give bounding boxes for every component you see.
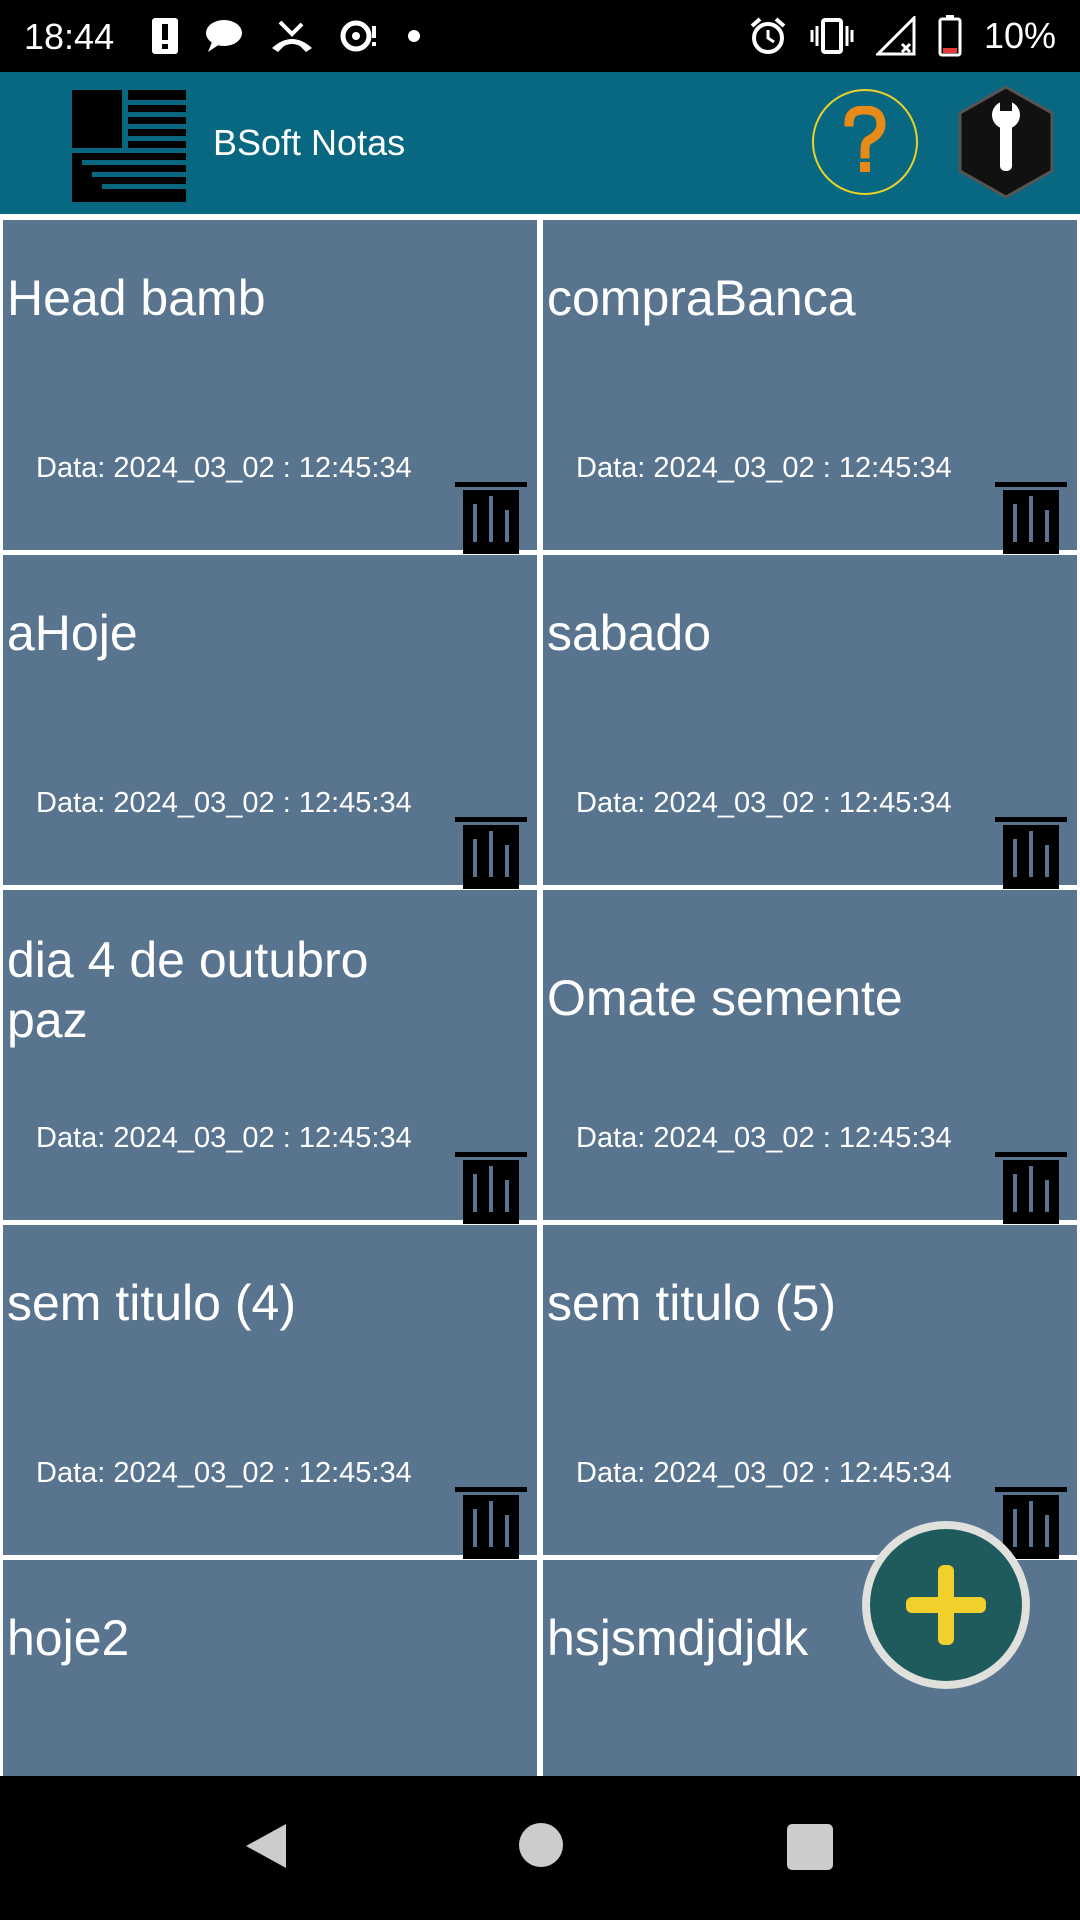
back-icon[interactable] <box>244 1822 288 1870</box>
note-date: Data: 2024_03_02 : 12:45:34 <box>576 1457 952 1489</box>
note-title: sem titulo (5) <box>547 1275 836 1331</box>
note-title: hoje2 <box>7 1610 130 1666</box>
trash-icon[interactable] <box>455 1152 527 1224</box>
note-date: Data: 2024_03_02 : 12:45:34 <box>36 1122 412 1154</box>
app-title: BSoft Notas <box>213 122 406 163</box>
add-note-button[interactable] <box>862 1521 1030 1689</box>
trash-icon[interactable] <box>455 482 527 554</box>
trash-icon[interactable] <box>455 817 527 889</box>
note-card[interactable]: hoje2 <box>3 1560 537 1776</box>
settings-button[interactable] <box>958 85 1054 199</box>
trash-icon[interactable] <box>995 817 1067 889</box>
navigation-bar <box>0 1776 1080 1920</box>
recent-apps-icon[interactable] <box>787 1824 833 1870</box>
missed-call-icon <box>272 20 312 52</box>
app-logo-icon <box>72 90 188 202</box>
vibrate-icon <box>810 18 854 54</box>
status-bar: 18:44 10% <box>0 0 1080 72</box>
note-title: Omate semente <box>547 970 903 1026</box>
note-card[interactable]: Head bamb Data: 2024_03_02 : 12:45:34 <box>3 220 537 554</box>
help-icon <box>844 106 886 172</box>
app-bar: BSoft Notas <box>0 72 1080 214</box>
note-date: Data: 2024_03_02 : 12:45:34 <box>576 787 952 819</box>
note-date: Data: 2024_03_02 : 12:45:34 <box>36 787 412 819</box>
note-date: Data: 2024_03_02 : 12:45:34 <box>36 1457 412 1489</box>
status-time: 18:44 <box>24 16 115 57</box>
note-title: compraBanca <box>547 270 856 326</box>
sync-icon <box>340 20 376 52</box>
help-button[interactable] <box>812 89 918 195</box>
note-card[interactable]: sabado Data: 2024_03_02 : 12:45:34 <box>543 555 1077 889</box>
system-icons: 10% <box>748 14 1056 58</box>
note-title: sabado <box>547 605 712 661</box>
note-card[interactable]: sem titulo (4) Data: 2024_03_02 : 12:45:… <box>3 1225 537 1559</box>
trash-icon[interactable] <box>455 1487 527 1559</box>
trash-icon[interactable] <box>995 482 1067 554</box>
note-card[interactable]: Omate semente Data: 2024_03_02 : 12:45:3… <box>543 890 1077 1224</box>
note-card[interactable]: sem titulo (5) Data: 2024_03_02 : 12:45:… <box>543 1225 1077 1559</box>
battery-percent: 10% <box>983 15 1056 56</box>
signal-icon <box>875 16 916 56</box>
alert-icon <box>152 18 178 54</box>
home-icon[interactable] <box>519 1823 563 1867</box>
plus-icon <box>906 1565 986 1645</box>
note-title: Head bamb <box>7 270 266 326</box>
alarm-icon <box>750 17 786 54</box>
note-date: Data: 2024_03_02 : 12:45:34 <box>36 452 412 484</box>
note-title: aHoje <box>7 605 138 661</box>
note-date: Data: 2024_03_02 : 12:45:34 <box>576 452 952 484</box>
note-card[interactable]: aHoje Data: 2024_03_02 : 12:45:34 <box>3 555 537 889</box>
note-card[interactable]: compraBanca Data: 2024_03_02 : 12:45:34 <box>543 220 1077 554</box>
battery-icon <box>938 15 962 57</box>
chat-icon <box>206 20 242 52</box>
dot-icon <box>408 30 420 42</box>
notification-icons <box>150 14 424 58</box>
note-date: Data: 2024_03_02 : 12:45:34 <box>576 1122 952 1154</box>
note-title: sem titulo (4) <box>7 1275 296 1331</box>
note-title: dia 4 de outubro paz <box>7 932 369 1048</box>
note-card[interactable]: dia 4 de outubro paz Data: 2024_03_02 : … <box>3 890 537 1224</box>
trash-icon[interactable] <box>995 1152 1067 1224</box>
